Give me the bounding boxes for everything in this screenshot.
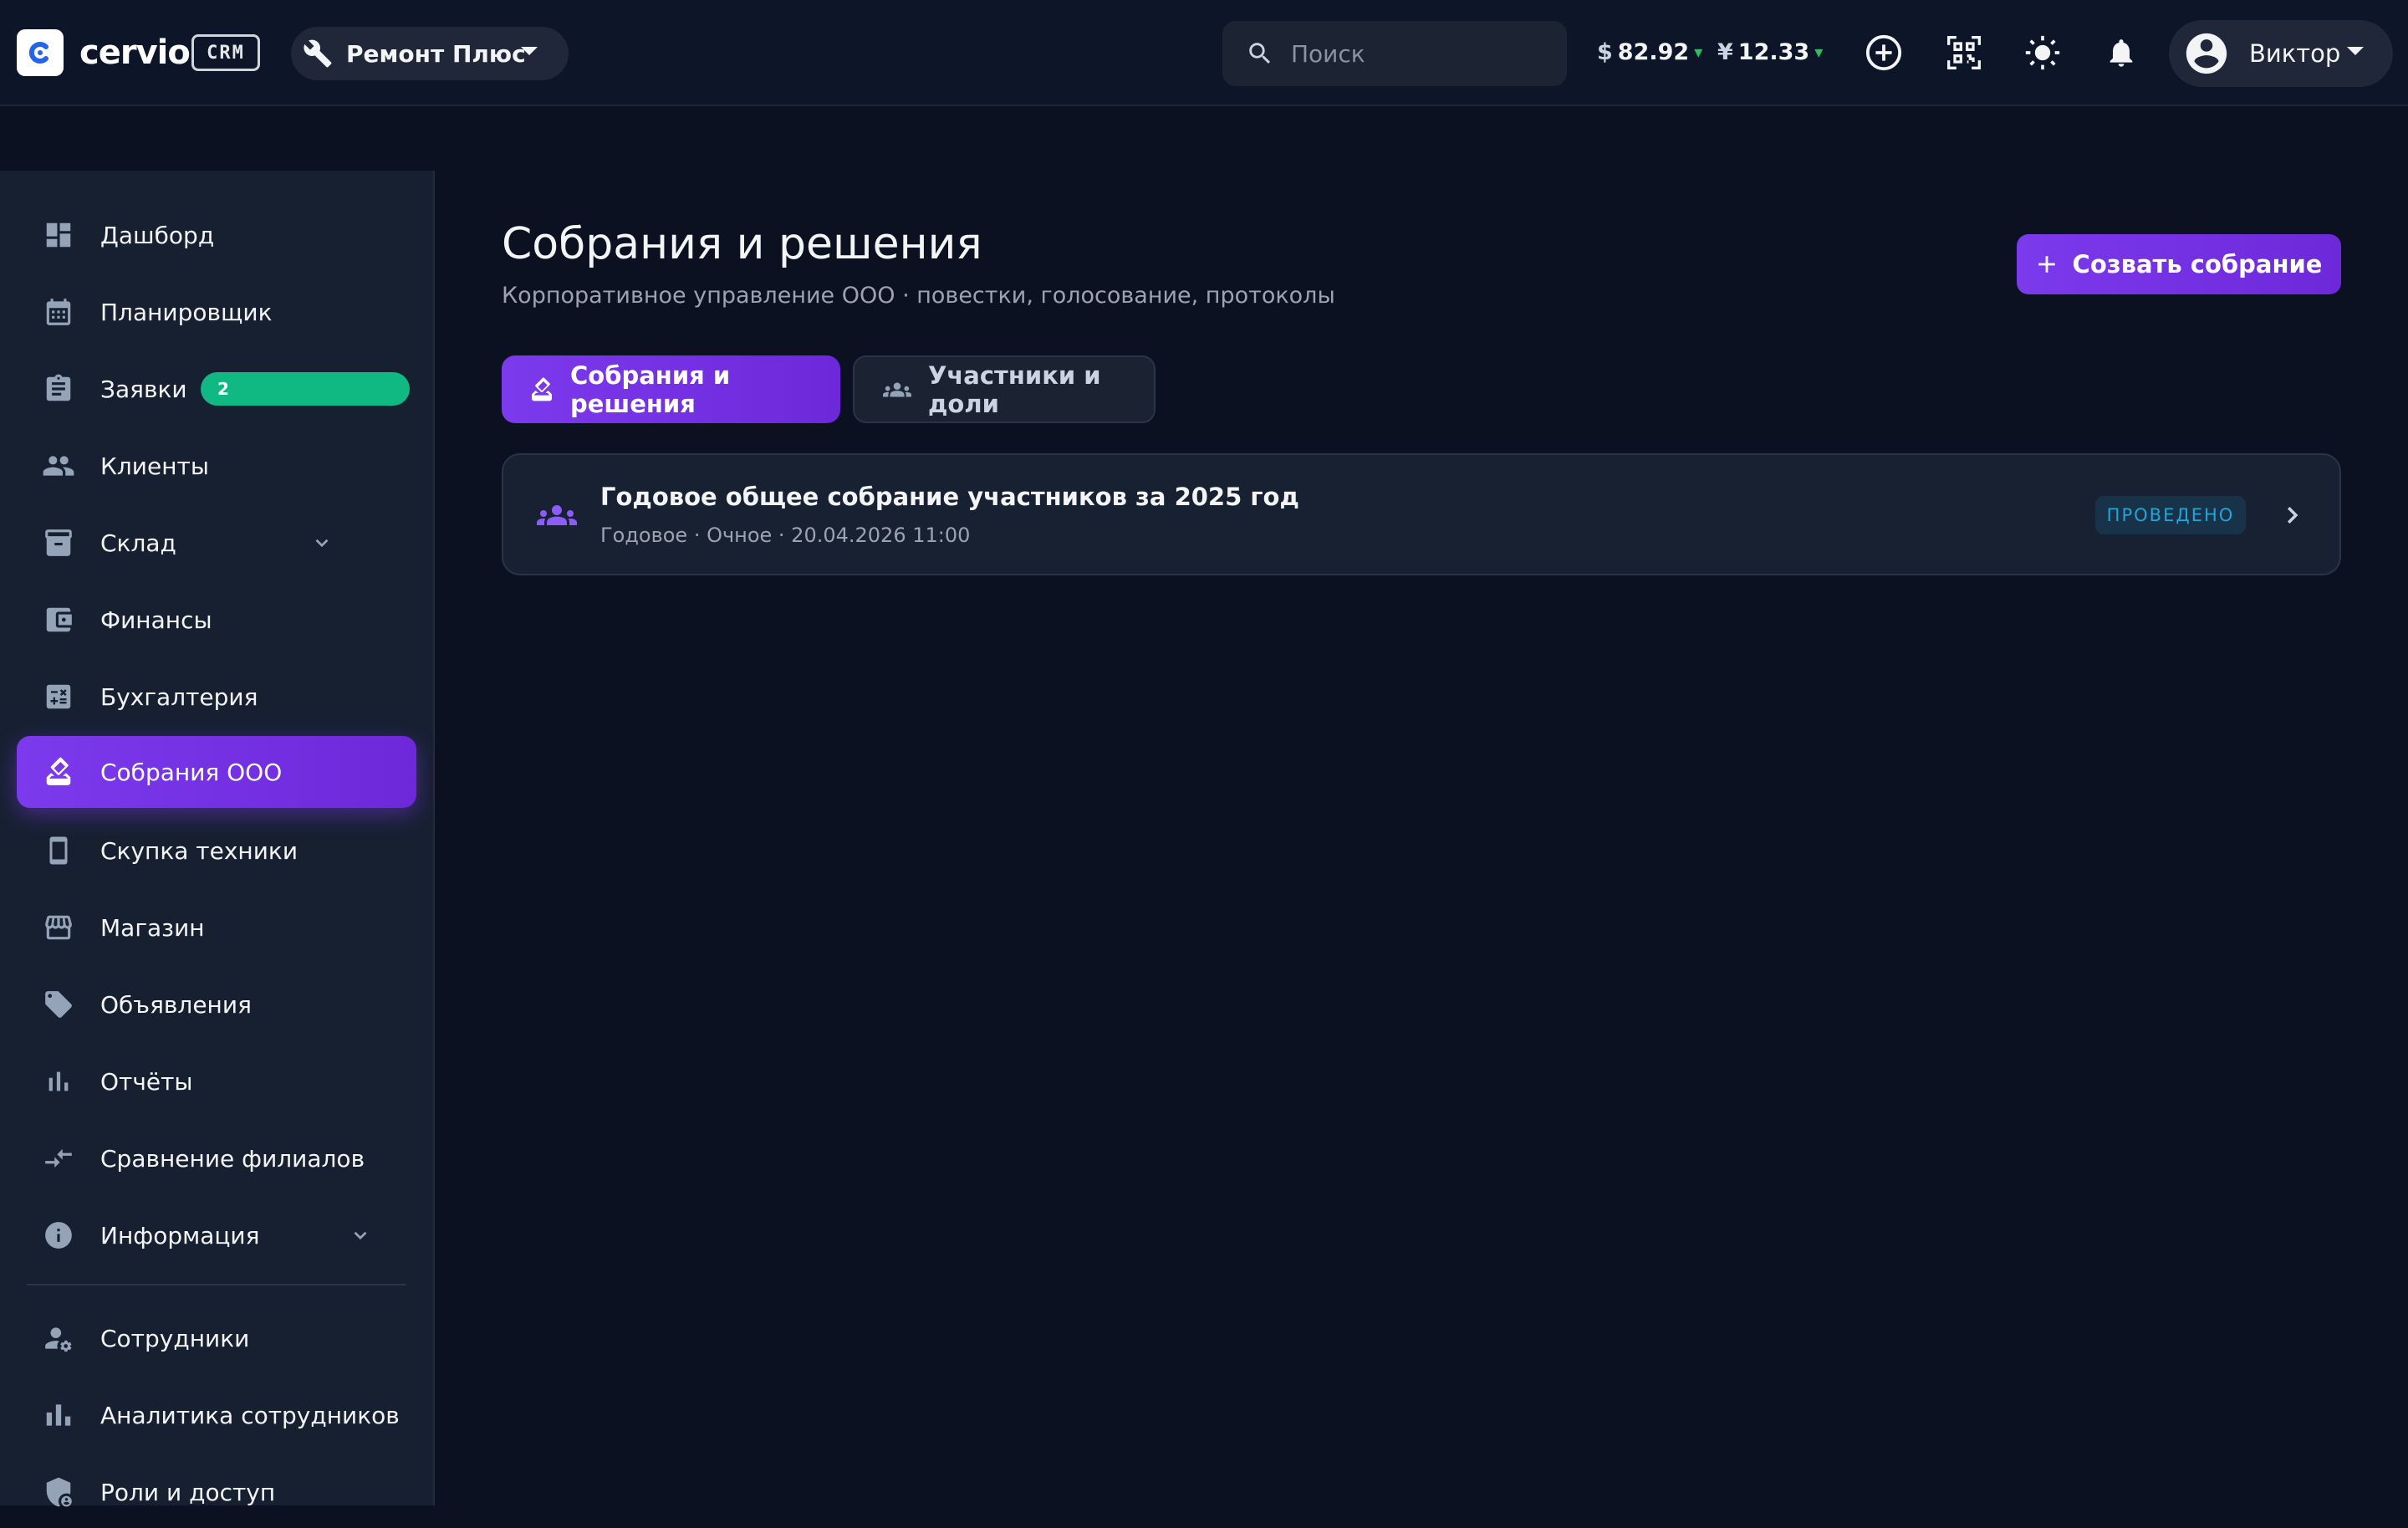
- compare-arrows-icon: [40, 1140, 77, 1177]
- calendar-icon: [40, 294, 77, 330]
- user-name: Виктор: [2249, 39, 2341, 68]
- sidebar: Дашборд Планировщик Заявки 2 Клиенты Скл…: [0, 171, 435, 1507]
- user-gear-icon: [40, 1320, 77, 1357]
- store-icon: [40, 909, 77, 946]
- cny-rate: ¥ 12.33 ▾: [1717, 38, 1824, 65]
- cervio-logo-icon[interactable]: [17, 29, 64, 76]
- chevron-right-icon[interactable]: [2279, 502, 2304, 529]
- sidebar-item-dashboard[interactable]: Дашборд: [17, 199, 416, 271]
- sidebar-item-branch-compare[interactable]: Сравнение филиалов: [17, 1122, 416, 1194]
- sidebar-item-roles-access[interactable]: Роли и доступ: [17, 1456, 416, 1528]
- add-circle-icon[interactable]: [1863, 32, 1905, 74]
- wrench-icon: [303, 38, 333, 69]
- meeting-card[interactable]: Годовое общее собрание участников за 202…: [502, 453, 2341, 575]
- people-icon: [40, 447, 77, 484]
- sidebar-item-reports[interactable]: Отчёты: [17, 1045, 416, 1117]
- dashboard-icon: [40, 217, 77, 253]
- sidebar-item-shop[interactable]: Магазин: [17, 892, 416, 963]
- trend-down-icon: ▾: [1814, 42, 1824, 62]
- info-icon: [40, 1217, 77, 1254]
- search-box[interactable]: [1222, 21, 1567, 86]
- company-name: Ремонт Плюс: [346, 39, 526, 68]
- sidebar-item-llc-meetings[interactable]: Собрания ООО: [17, 736, 416, 808]
- search-input[interactable]: [1291, 39, 1542, 68]
- people-icon: [533, 495, 580, 535]
- bell-icon[interactable]: [2100, 32, 2142, 74]
- bar-chart-icon: [40, 1063, 77, 1100]
- search-icon: [1246, 39, 1274, 68]
- phone-icon: [40, 832, 77, 869]
- calculator-icon: [40, 678, 77, 715]
- sidebar-item-employee-analytics[interactable]: Аналитика сотрудников: [17, 1379, 416, 1451]
- sidebar-item-planner[interactable]: Планировщик: [17, 276, 416, 348]
- requests-count-badge: 2: [201, 372, 410, 406]
- meeting-meta: Годовое · Очное · 20.04.2026 11:00: [600, 524, 971, 547]
- analytics-icon: [40, 1397, 77, 1433]
- qr-scan-icon[interactable]: [1943, 32, 1985, 74]
- tab-participants-shares[interactable]: Участники и доли: [853, 355, 1156, 423]
- archive-icon: [40, 524, 77, 561]
- sidebar-item-accounting[interactable]: Бухгалтерия: [17, 661, 416, 733]
- sidebar-item-warehouse[interactable]: Склад: [17, 507, 416, 579]
- caret-down-icon: [520, 45, 538, 57]
- plus-icon: [2036, 253, 2058, 275]
- shield-lock-icon: [40, 1474, 77, 1510]
- sidebar-item-tech-buyback[interactable]: Скупка техники: [17, 815, 416, 887]
- status-badge: ПРОВЕДЕНО: [2095, 496, 2246, 534]
- user-menu[interactable]: Виктор: [2169, 20, 2393, 87]
- sidebar-divider: [27, 1284, 406, 1285]
- sidebar-item-clients[interactable]: Клиенты: [17, 430, 416, 502]
- theme-sun-icon[interactable]: [2022, 32, 2064, 74]
- create-meeting-button[interactable]: Созвать собрание: [2017, 234, 2341, 294]
- meeting-title: Годовое общее собрание участников за 202…: [600, 483, 1299, 511]
- chevron-down-icon[interactable]: [349, 1224, 371, 1246]
- page-subtitle: Корпоративное управление ООО · повестки,…: [502, 283, 1335, 309]
- top-header: cervio CRM Ремонт Плюс $ 82.92 ▾ ¥ 12.33…: [0, 0, 2408, 106]
- ballot-icon: [40, 754, 77, 790]
- sidebar-item-requests[interactable]: Заявки 2: [17, 353, 416, 425]
- sidebar-item-finance[interactable]: Финансы: [17, 584, 416, 656]
- company-switcher[interactable]: Ремонт Плюс: [291, 27, 569, 80]
- crm-badge: CRM: [191, 34, 260, 71]
- ballot-icon: [528, 376, 555, 403]
- sidebar-item-ads[interactable]: Объявления: [17, 968, 416, 1040]
- usd-rate: $ 82.92 ▾: [1597, 38, 1703, 65]
- trend-down-icon: ▾: [1694, 42, 1703, 62]
- tab-meetings-decisions[interactable]: Собрания и решения: [502, 355, 840, 423]
- sidebar-item-info[interactable]: Информация: [17, 1199, 416, 1271]
- people-icon: [881, 376, 913, 404]
- caret-down-icon: [2346, 45, 2365, 57]
- tag-icon: [40, 986, 77, 1023]
- logo-text: cervio: [79, 33, 191, 72]
- avatar: [2182, 29, 2231, 78]
- wallet-icon: [40, 601, 77, 638]
- clipboard-icon: [40, 371, 77, 407]
- page-title: Собрания и решения: [502, 219, 982, 269]
- chevron-down-icon[interactable]: [311, 532, 333, 554]
- sidebar-item-employees[interactable]: Сотрудники: [17, 1302, 416, 1374]
